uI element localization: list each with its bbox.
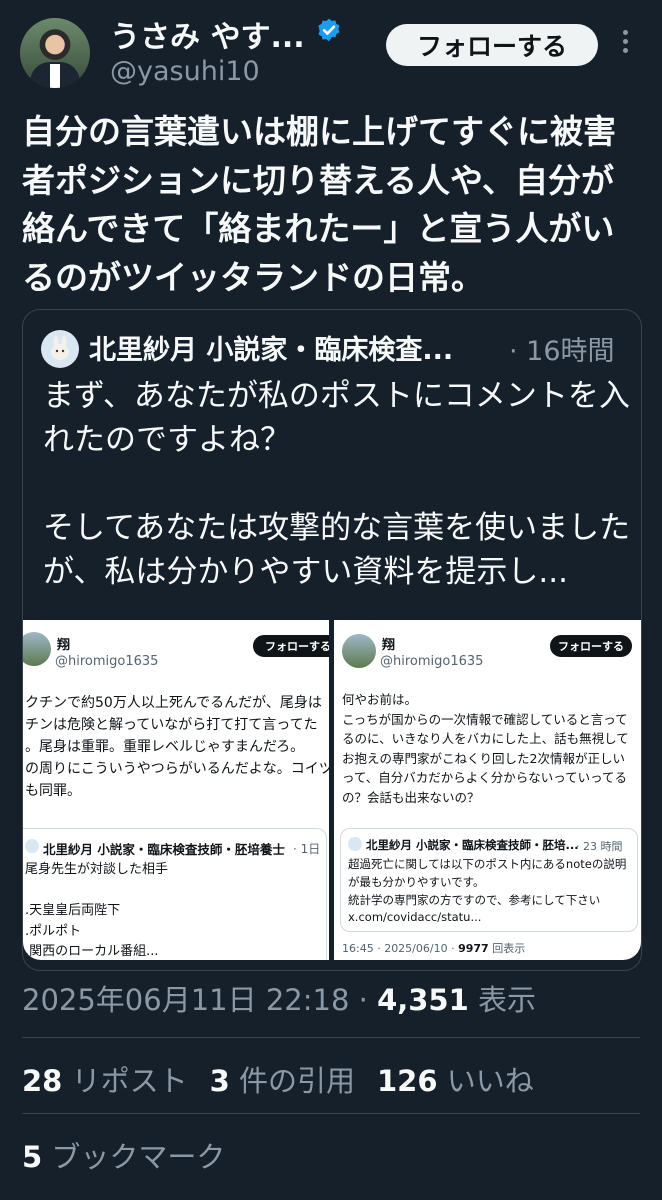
screenshot-avatar [23,632,51,666]
engagement-stats: 28 リポスト 3 件の引用 126 いいね [22,1058,556,1100]
screenshot-text-line: 。尾身は重罪。重罪レベルじゃすまんだろ。 [25,739,305,755]
screenshot-name: 翔 [382,638,396,653]
tweet-text: 自分の言葉遣いは棚に上げてすぐに被害者ポジションに切り替える人や、自分が絡んでき… [22,112,616,297]
quotes-count: 3 [209,1064,230,1098]
author-avatar[interactable] [20,18,90,88]
quoted-text-line: まず、あなたが私のポストにコメントを入れたのですよね？ [43,378,630,458]
screenshot-quote-line: 超過死亡に関しては以下のポスト内にあるnoteの説明 [348,857,627,871]
divider [22,1037,640,1038]
divider [22,1113,640,1114]
quoted-image-2[interactable]: 翔 @hiromigo1635 フォローする 何やお前は。 こっちが国からの一次… [334,620,641,960]
quotes-stat[interactable]: 3 件の引用 [210,1064,355,1098]
screenshot-quote-time: · 23 時間 [576,840,623,853]
screenshot-quote-name: 北里紗月 小説家・臨床検査技師・胚培... [366,838,579,852]
reposts-stat[interactable]: 28 リポスト [22,1064,188,1098]
bookmarks-label: ブックマーク [42,1140,226,1174]
screenshot-text-line: るのに、いきなり人をバカにした上、話も無視して [342,731,629,747]
screenshot-follow-button: フォローする [550,635,632,657]
screenshot-quote-name: 北里紗月 小説家・臨床検査技師・胚培養士 [43,842,285,857]
screenshot-quote-line: 尾身先生が対談した相手 [25,862,169,877]
bookmarks-count: 5 [22,1140,43,1174]
screenshot-quote-line: が最も分かりやすいです。 [348,874,485,889]
screenshot-quote-line: x.com/covidacc/statu... [348,910,482,925]
screenshot-quote-avatar [25,839,39,853]
screenshot-quote-line: .ポルポト [25,923,82,939]
likes-stat[interactable]: 126 いいね [377,1064,534,1098]
likes-label: いいね [437,1064,534,1098]
screenshot-quote-time: · 1日 [293,842,321,856]
screenshot-text-line: お抱えの専門家がこねくり回した2次情報が正しい [342,750,625,766]
screenshot-quote-avatar [348,837,362,851]
screenshot-text: クチンで約50万人以上死んでるんだが、尾身は チンは危険と解っていながら打て打て… [25,692,329,802]
screenshot-quote-line [25,881,168,902]
author-handle[interactable]: @yasuhi10 [110,56,260,87]
screenshot-text-line: も同罪。 [25,783,81,799]
screenshot-quote-line: .天皇皇后両陛下 [25,903,121,918]
quoted-text: まず、あなたが私のポストにコメントを入れたのですよね？ そしてあなたは攻撃的な言… [43,374,633,594]
screenshot-meta-views: 9977 [458,942,489,955]
avatar-shirt [50,64,60,88]
screenshot-text-line: 何やお前は。 [342,692,418,707]
quoted-tweet[interactable]: 北里紗月 小説家・臨床検査... · 16時間 まず、あなたが私のポストにコメン… [22,309,642,971]
view-label: 表示 [468,983,537,1017]
timestamp-text[interactable]: 2025年06月11日 22:18 · [22,983,377,1017]
screenshot-meta-views-label: 回表示 [488,942,526,955]
quoted-text-spacer [43,462,633,506]
screenshot-quote-text: 尾身先生が対談した相手 .天皇皇后両陛下 .ポルポト .関西のローカル番組... [25,860,168,960]
screenshot-text-line: こっちが国からの一次情報で確認していると言って [342,711,628,727]
reposts-label: リポスト [62,1064,188,1098]
screenshot-meta-time: 16:45 · 2025/06/10 · [342,942,459,955]
quoted-author-name: 北里紗月 小説家・臨床検査... [89,335,454,366]
screenshot-meta: 16:45 · 2025/06/10 · 9977 回表示 [342,940,525,956]
screenshot-text-line: の？会話も出来ないの？ [342,789,480,805]
screenshot-quote-line: .関西のローカル番組... [25,944,159,959]
screenshot-quote-line: 統計学の専門家の方ですので、参考にして下さい [348,892,601,907]
screenshot-text-line: クチンで約50万人以上死んでるんだが、尾身は [25,695,322,711]
screenshot-text-line: チンは危険と解っていながら打て打て言ってた [25,717,318,733]
author-display-name[interactable]: うさみ やす... [110,12,305,56]
screenshot-text-line: の周りにこういうやつらがいるんだよな。コイツ [25,761,329,777]
follow-button[interactable]: フォローする [386,24,598,66]
tweet-timestamp[interactable]: 2025年06月11日 22:18 · 4,351 表示 [22,977,536,1019]
screenshot-avatar [342,634,376,668]
likes-count: 126 [376,1064,438,1098]
quoted-image-1[interactable]: 翔 @hiromigo1635 フォローする クチンで約50万人以上死んでるんだ… [23,620,329,960]
view-count: 4,351 [377,983,469,1017]
quoted-time: · 16時間 [509,336,615,367]
rabbit-avatar-icon [51,336,69,360]
reposts-count: 28 [22,1064,63,1098]
verified-badge-icon [318,18,340,42]
screenshot-text: 何やお前は。 こっちが国からの一次情報で確認していると言って るのに、いきなり人… [342,690,629,808]
quoted-author-avatar [41,330,79,368]
quoted-text-line: そしてあなたは攻撃的な言葉を使いましたが、私は分かりやすい資料を提示し... [43,510,631,590]
screenshot-quote-text: 超過死亡に関しては以下のポスト内にあるnoteの説明 が最も分かりやすいです。 … [348,856,626,927]
quotes-label: 件の引用 [229,1064,355,1098]
more-options-icon[interactable] [620,30,630,60]
quoted-images[interactable]: 翔 @hiromigo1635 フォローする クチンで約50万人以上死んでるんだ… [23,620,641,970]
screenshot-text-line: って、自分バカだからよく分からないっていってる [342,770,628,786]
screenshot-name: 翔 [57,638,71,653]
screenshot-handle: @hiromigo1635 [380,654,484,669]
screenshot-follow-button: フォローする [253,635,329,657]
bookmarks-stat[interactable]: 5 ブックマーク [22,1134,225,1176]
screenshot-handle: @hiromigo1635 [55,654,159,669]
